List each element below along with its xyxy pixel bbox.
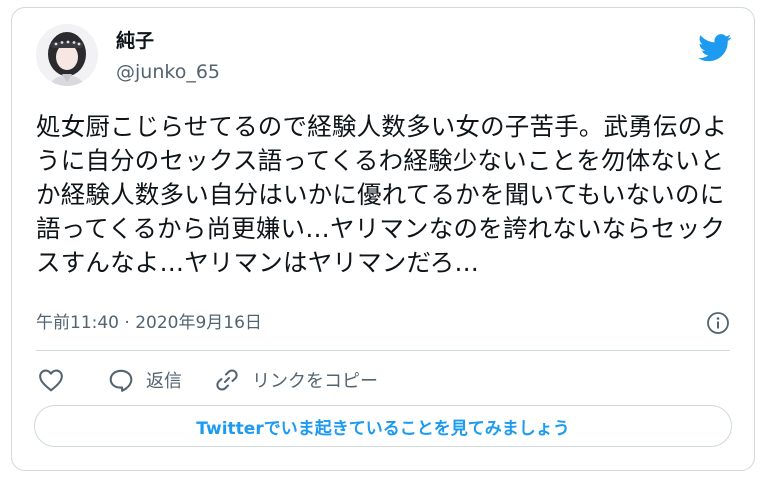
reply-label: 返信 [146,371,182,392]
avatar-illustration-icon [36,24,98,86]
link-icon [216,369,238,391]
copy-link-button[interactable]: リンクをコピー [214,367,378,393]
display-name[interactable]: 純子 [116,28,154,54]
tweet-timestamp[interactable]: 午前11:40 · 2020年9月16日 [36,311,262,335]
tweet-actions: 返信 リンクをコピー [36,364,378,396]
reply-bubble-icon [109,369,133,392]
copy-link-label: リンクをコピー [252,371,378,392]
reply-button[interactable]: 返信 [108,367,182,393]
twitter-bird-icon[interactable] [698,34,732,62]
tweet-card: 純子 @junko_65 処女厨こじらせてるので経験人数多い女の子苦手。武勇伝の… [11,7,755,471]
heart-icon [39,369,63,392]
tweet-text: 処女厨こじらせてるので経験人数多い女の子苦手。武勇伝のように自分のセックス語って… [36,112,728,277]
info-icon[interactable] [706,311,730,335]
divider [36,350,730,351]
avatar[interactable] [36,24,98,86]
explore-twitter-button[interactable]: Twitterでいま起きていることを見てみましょう [34,405,732,447]
like-button[interactable] [38,368,64,392]
user-handle[interactable]: @junko_65 [116,59,220,85]
